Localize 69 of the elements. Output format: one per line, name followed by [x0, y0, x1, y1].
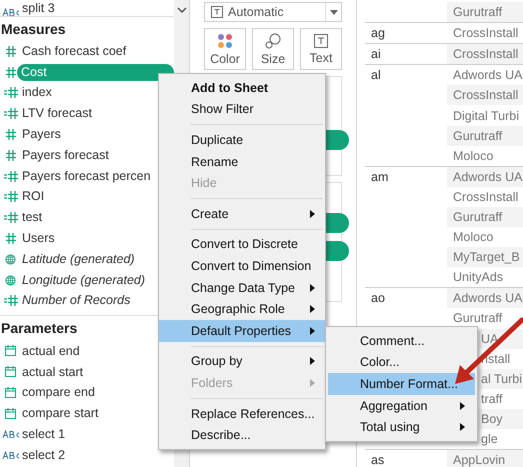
hash-icon [6, 129, 16, 140]
menu-item[interactable]: Group by [159, 350, 325, 372]
globe-icon [5, 254, 16, 265]
field-name[interactable]: split 3 [21, 0, 63, 16]
hash-icon [6, 46, 16, 57]
hash-icon [6, 66, 16, 78]
submenu-arrow-icon [310, 210, 315, 218]
parameter-name[interactable]: actual end [21, 342, 88, 359]
text-mark-icon [211, 6, 223, 18]
hash-icon [6, 150, 16, 161]
table-cell: Gurutraff [447, 2, 523, 22]
table-cell: Gurutraff [447, 206, 523, 228]
menu-item[interactable]: Default Properties [159, 320, 325, 342]
menu-item[interactable]: Describe... [159, 424, 325, 446]
chevron-down-icon[interactable] [176, 6, 187, 14]
table-cell: CrossInstall [447, 85, 523, 106]
section-title: Parameters [0, 319, 78, 338]
field-name[interactable]: Cash forecast coef [21, 42, 174, 60]
calendar-icon [5, 408, 16, 419]
parameter-name[interactable]: actual start [21, 364, 92, 380]
text-type-icon [2, 450, 20, 459]
submenu-arrow-icon [460, 402, 465, 410]
parameter-name[interactable]: select 1 [21, 426, 74, 442]
submenu-arrow-icon [310, 284, 315, 292]
parameter-name[interactable]: compare end [21, 384, 103, 400]
mark-property-button[interactable]: Size [252, 28, 294, 70]
parameter-name[interactable]: select 2 [21, 446, 74, 463]
mark-property-button[interactable]: Text [300, 28, 342, 70]
table-cell: MyTarget_B [447, 247, 523, 268]
menu-item[interactable]: Number Format... [328, 373, 475, 395]
table-cell: Gurutraff [447, 126, 523, 146]
submenu-arrow-icon [460, 423, 465, 432]
calculated-field-icon [4, 170, 18, 182]
parameter-name[interactable]: compare start [21, 405, 106, 422]
calculated-field-icon [4, 295, 18, 306]
calculated-field-icon [4, 87, 18, 98]
table-cell-text: ai [370, 46, 382, 64]
table-cell-text: ao [370, 290, 386, 308]
menu-item[interactable]: Replace References... [159, 402, 325, 424]
calendar-icon [5, 345, 16, 356]
calculated-field-icon [4, 108, 18, 120]
mark-property-button[interactable]: Color [204, 28, 246, 70]
submenu-arrow-icon [310, 326, 315, 335]
section-title: Measures [0, 20, 67, 38]
table-cell: Adwords UA [447, 288, 523, 308]
text-type-icon [2, 430, 20, 438]
calendar-icon [5, 366, 16, 378]
globe-icon [5, 274, 16, 286]
table-cell: AppLovin [447, 450, 523, 467]
table-cell-text: ag [370, 25, 386, 42]
calendar-icon [5, 386, 16, 398]
submenu-arrow-icon [310, 357, 315, 366]
submenu-arrow-icon [310, 378, 315, 387]
color-dots-icon [217, 32, 233, 48]
menu-item[interactable]: Create [159, 202, 325, 225]
text-mark-icon [314, 34, 328, 48]
table-cell-text: as [370, 452, 386, 467]
calculated-field-icon [4, 212, 18, 224]
hash-icon [6, 233, 16, 244]
calculated-field-icon [4, 191, 18, 202]
mark-type-dropdown[interactable]: Automatic [204, 2, 342, 22]
text-type-icon [2, 8, 20, 16]
submenu-arrow-icon [310, 305, 315, 314]
size-icon [265, 32, 281, 48]
caret-icon [330, 10, 338, 14]
table-cell: CrossInstall [447, 44, 523, 64]
table-cell: Adwords UA [447, 166, 523, 187]
table-cell-text: am [370, 168, 390, 186]
table-cell-text: al [370, 67, 382, 84]
